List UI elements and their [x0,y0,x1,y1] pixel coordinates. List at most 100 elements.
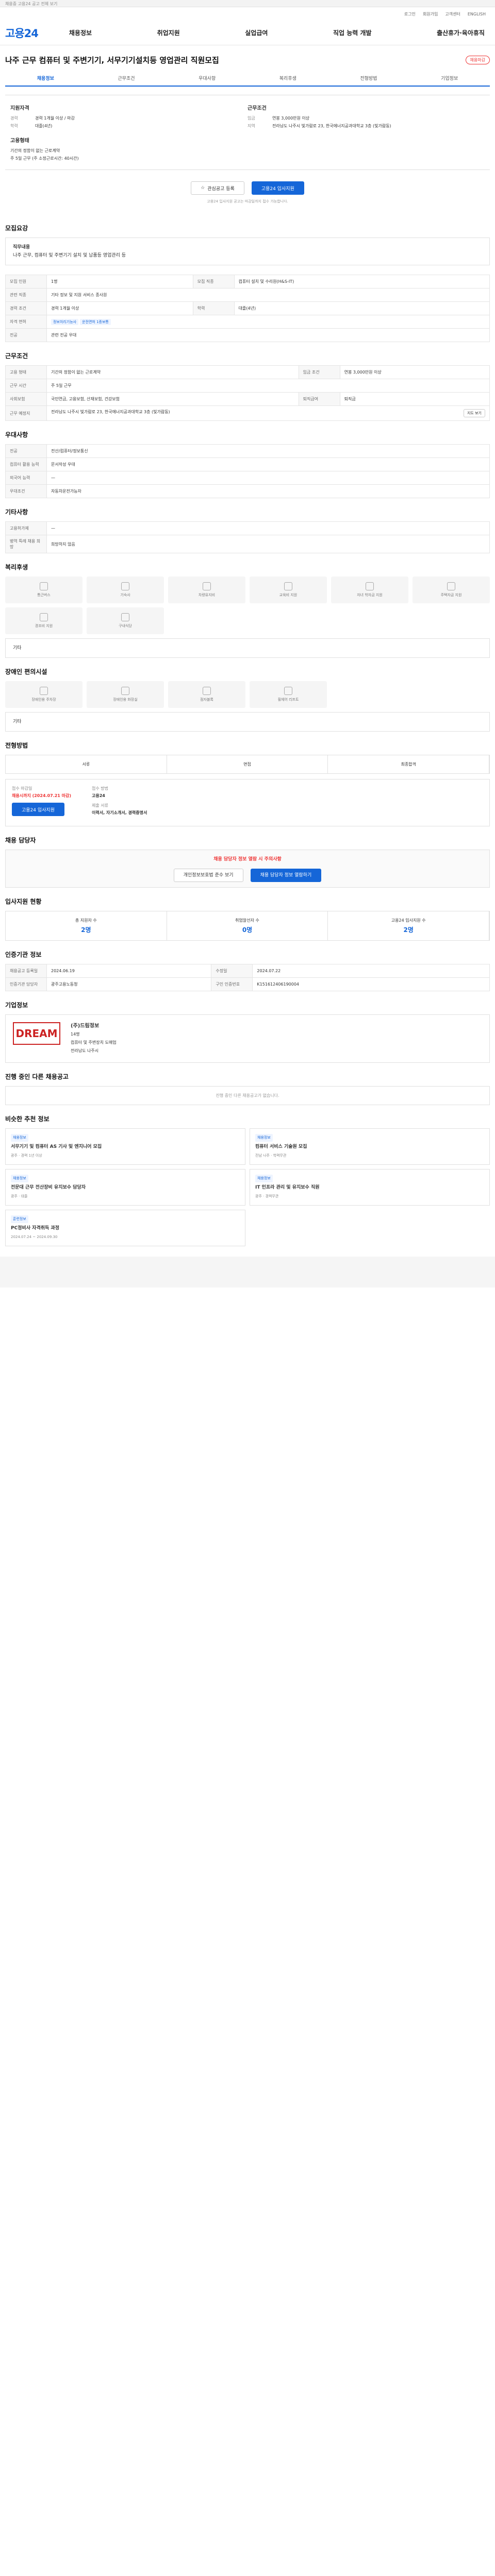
docs-label: 제출 서류 [92,803,108,808]
stat-total: 총 지원자 수 2명 [6,911,167,940]
exp-value: 경력 1개월 이상 / 마감 [35,116,75,121]
bus-icon [40,582,48,590]
info-h4: 구인 인증번호 [211,977,253,991]
child-icon [366,582,374,590]
cond-h6: 근무 예정지 [5,405,47,421]
tab-recruit[interactable]: 채용정보 [5,71,86,86]
card-tag: 채용정보 [255,1175,273,1182]
privacy-button[interactable]: 개인정보보호법 준수 보기 [173,869,243,882]
tab-condition[interactable]: 근무조건 [86,71,167,86]
cond-v4: 국민연금, 고용보험, 산재보험, 건강보험 [46,392,299,406]
card-tag: 채용정보 [11,1134,28,1142]
gnb-benefit[interactable]: 실업급여 [240,28,273,37]
contact-title: 채용 담당자 [5,837,36,844]
apply-note: 고용24 입사지원 공고는 마감일까지 접수 가능합니다. [207,199,288,204]
util-cs[interactable]: 고객센터 [445,11,460,17]
gift-icon [40,613,48,621]
method-value: 고용24 [92,793,105,798]
facility-item: 점자블록 [168,681,245,708]
summary-cond-title: 근무조건 [248,106,267,111]
util-english[interactable]: ENGLISH [468,12,486,16]
other-v2: 희망하지 않음 [46,535,490,553]
company-name[interactable]: (주)드림정보 [71,1022,117,1030]
req-v7: 관련 전공 우대 [46,328,490,342]
contact-box: 채용 담당자 정보 열람 시 주의사항 개인정보보호법 준수 보기 채용 담당자… [5,850,490,888]
process-steps: 서류 면접 최종합격 [5,755,490,774]
info-h3: 인증기관 담당자 [5,977,47,991]
similar-card[interactable]: 채용정보 서무기기 및 컴퓨터 AS 기사 및 엔지니어 모집 광주 · 경력 1년… [5,1128,245,1165]
welfare-label: 기숙사 [120,593,130,597]
util-login[interactable]: 로그인 [404,11,416,17]
card-title: IT 인프라 관리 및 유지보수 직원 [255,1185,320,1190]
summary-qual-title: 지원자격 [10,106,29,111]
step-final: 최종합격 [328,755,490,773]
page-title: 나주 근무 컴퓨터 및 주변기기, 서무기기설치등 영업관리 직원모집 [5,56,219,65]
star-icon: ☆ [201,185,205,191]
apply-button[interactable]: 고용24 입사지원 [251,181,304,195]
gnb-support[interactable]: 취업지원 [152,28,185,37]
similar-card[interactable]: 훈련정보 PC정비사 자격취득 과정 2024.07.24 ~ 2024.09.30 [5,1210,245,1246]
deadline-value: 채용시까지 (2024.07.21 마감) [12,793,72,798]
map-button[interactable]: 지도 보기 [464,409,485,417]
req-v6-cell: 정보처리기능사 운전면허 1종보통 [46,315,490,329]
facility-label: 장애인용 주차장 [31,698,56,702]
req-v3: 기타 정보 및 지원 서비스 종사원 [46,288,490,302]
view-contact-button[interactable]: 채용 담당자 정보 열람하기 [250,869,322,882]
tab-process[interactable]: 전형방법 [328,71,409,86]
welfare-grid: 통근버스 기숙사 차량유지비 교육비 지원 자녀 학자금 지원 주택자금 지원 … [5,577,490,634]
job-desc-box: 직무내용 나주 근무, 컴퓨터 및 주변기기 설치 및 납품등 영업관리 등 [5,238,490,265]
similar-cards: 채용정보 서무기기 및 컴퓨터 AS 기사 및 엔지니어 모집 광주 · 경력 1년… [5,1128,490,1246]
pref-h2: 컴퓨터 활용 능력 [5,457,47,471]
similar-card[interactable]: 채용정보전문대 근무 전산장비 유지보수 담당자광주 · 대졸 [5,1169,245,1206]
req-h1: 모집 인원 [5,275,47,289]
preference-table: 전공 전산/컴퓨터/정보통신 컴퓨터 활용 능력 문서작성 우대 외국어 능력 — 우… [5,444,490,498]
apply-button-2[interactable]: 고용24 입사지원 [12,803,64,816]
process-title: 전형방법 [5,742,28,749]
other-jobs-empty: 진행 중인 다른 채용공고가 없습니다. [5,1086,490,1105]
pref-h3: 외국어 능력 [5,471,47,485]
deadline-label: 접수 마감일 [12,786,32,791]
util-signup[interactable]: 회원가입 [423,11,438,17]
gnb-jobs[interactable]: 채용정보 [64,28,97,37]
welfare-item: 통근버스 [5,577,82,603]
cond-h2: 임금 조건 [298,365,340,379]
pref-v3: — [46,471,490,485]
tab-preference[interactable]: 우대사항 [167,71,248,86]
stat-label: 총 지원자 수 [75,918,97,923]
wheelchair-icon [284,687,292,695]
tab-company[interactable]: 기업정보 [409,71,490,86]
cond-v2: 연봉 3,000만원 이상 [339,365,490,379]
cond-h5: 퇴직급여 [298,392,340,406]
gnb-leave[interactable]: 출산휴가·육아휴직 [432,28,490,37]
pref-v4: 자동차운전가능자 [46,484,490,498]
car-icon [203,582,211,590]
facility-grid: 장애인용 주차장 장애인용 화장실 점자블록 휠체어 리프트 [5,681,490,708]
req-h5: 학력 [192,301,235,315]
card-tag: 채용정보 [11,1175,28,1182]
site-logo[interactable]: 고용24 [5,25,39,41]
similar-card[interactable]: 채용정보 컴퓨터 서비스 기술원 모집 전남 나주 · 학력무관 [250,1128,490,1165]
card-tag: 채용정보 [255,1134,273,1142]
save-job-button[interactable]: ☆ 관심공고 등록 [191,181,244,195]
facility-item: 장애인용 주차장 [5,681,82,708]
req-h6: 자격 면허 [5,315,47,329]
footer [0,1257,495,1287]
cond-v6-cell: 전라남도 나주시 빛가람로 23, 한국에너지공과대학교 3층 (빛가람동) 지… [46,405,490,421]
stat-referral: 취업알선자 수 0명 [167,911,328,940]
welfare-item: 구내식당 [87,607,164,634]
edu-value: 대졸(4년) [35,124,53,128]
similar-card[interactable]: 채용정보 IT 인프라 관리 및 유지보수 직원 광주 · 경력무관 [250,1169,490,1206]
facility-label: 휠체어 리프트 [277,698,299,702]
pref-v2: 문서작성 우대 [46,457,490,471]
gnb-training[interactable]: 직업 능력 개발 [328,28,377,37]
card-title: 전문대 근무 전산장비 유지보수 담당자 [11,1185,86,1190]
save-job-label: 관심공고 등록 [207,186,235,192]
stat-label: 고용24 입사지원 수 [391,918,426,923]
card-desc: 광주 · 대졸 [11,1194,28,1198]
req-v4: 경력 1개월 이상 [46,301,193,315]
tab-welfare[interactable]: 복리후생 [248,71,328,86]
stat-value: 0명 [242,926,253,934]
stat-value: 2명 [403,926,414,934]
facility-etc: 기타 [5,712,490,732]
cond-h1: 고용 형태 [5,365,47,379]
